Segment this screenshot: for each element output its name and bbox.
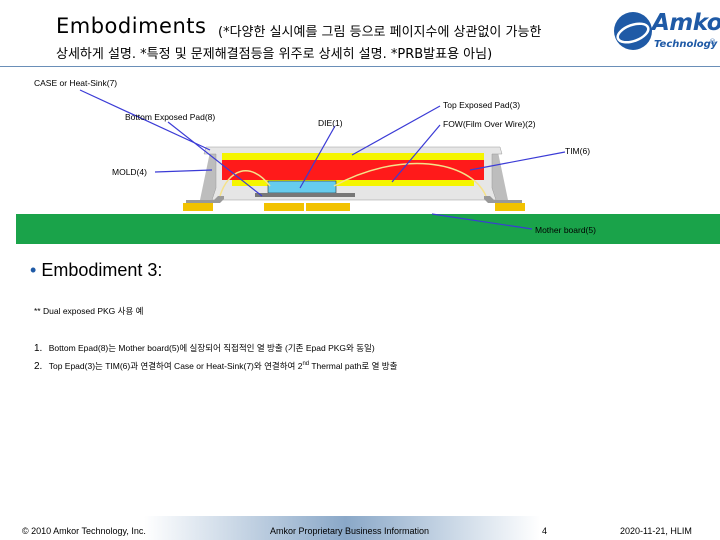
label-mold: MOLD(4) bbox=[112, 167, 147, 177]
list-item-text: Top Epad(3)는 TIM(6)과 연결하여 Case or Heat-S… bbox=[48, 361, 303, 371]
bullet-dot-icon: • bbox=[30, 260, 37, 280]
page-subtitle: 상세하게 설명. *특정 및 문제해결점등을 위주로 상세히 설명. *PRB발… bbox=[56, 47, 493, 62]
logo-sub: Technology bbox=[654, 39, 718, 50]
note-text: ** Dual exposed PKG 사용 예 bbox=[34, 306, 144, 316]
mother-board bbox=[16, 214, 720, 244]
label-bottom-pad: Bottom Exposed Pad(8) bbox=[125, 112, 216, 122]
header-divider bbox=[0, 66, 720, 67]
logo-registered: ® bbox=[709, 38, 716, 46]
bottom-pad bbox=[255, 193, 355, 197]
list-item-text-tail: Thermal path로 열 방출 bbox=[309, 361, 398, 371]
page-title-note: (*다양한 실시예를 그림 등으로 페이지수에 상관없이 가능한 bbox=[218, 25, 542, 40]
list-item-number: 2. bbox=[34, 361, 43, 372]
footer-date: 2020-11-21, HLIM bbox=[620, 526, 692, 536]
footer-copyright: © 2010 Amkor Technology, Inc. bbox=[22, 526, 146, 536]
page-title: Embodiments bbox=[56, 14, 207, 38]
solder-mid1 bbox=[264, 203, 304, 211]
label-tim: TIM(6) bbox=[565, 146, 591, 156]
solder-right bbox=[495, 203, 525, 211]
logo-swoosh-icon bbox=[616, 22, 650, 44]
package-cross-section bbox=[16, 89, 720, 244]
amkor-logo: Amkor Technology ® bbox=[614, 8, 720, 60]
package-diagram bbox=[0, 70, 720, 255]
solder-left bbox=[183, 203, 213, 211]
list-item: 1. Bottom Epad(8)는 Mother board(5)에 실장되어… bbox=[34, 342, 375, 354]
logo-word: Amkor bbox=[652, 10, 720, 36]
footer-center: Amkor Proprietary Business Information bbox=[270, 526, 430, 536]
solder-mid2 bbox=[306, 203, 350, 211]
embodiment-heading-text: Embodiment 3: bbox=[41, 260, 163, 280]
label-mother-board: Mother board(5) bbox=[535, 225, 596, 235]
list-item-text: Bottom Epad(8)는 Mother board(5)에 실장되어 직접… bbox=[48, 343, 375, 353]
arrow-mold bbox=[154, 169, 213, 173]
footer-page-number: 4 bbox=[542, 526, 548, 536]
label-top-pad: Top Exposed Pad(3) bbox=[443, 100, 521, 110]
die bbox=[267, 180, 337, 194]
label-die: DIE(1) bbox=[318, 118, 343, 128]
logo-circle-icon bbox=[614, 12, 652, 50]
label-fow: FOW(Film Over Wire)(2) bbox=[443, 119, 536, 129]
label-case: CASE or Heat-Sink(7) bbox=[34, 78, 118, 88]
list-item-number: 1. bbox=[34, 343, 43, 354]
embodiment-heading: • Embodiment 3: bbox=[30, 260, 162, 281]
list-item: 2. Top Epad(3)는 TIM(6)과 연결하여 Case or Hea… bbox=[34, 360, 397, 372]
